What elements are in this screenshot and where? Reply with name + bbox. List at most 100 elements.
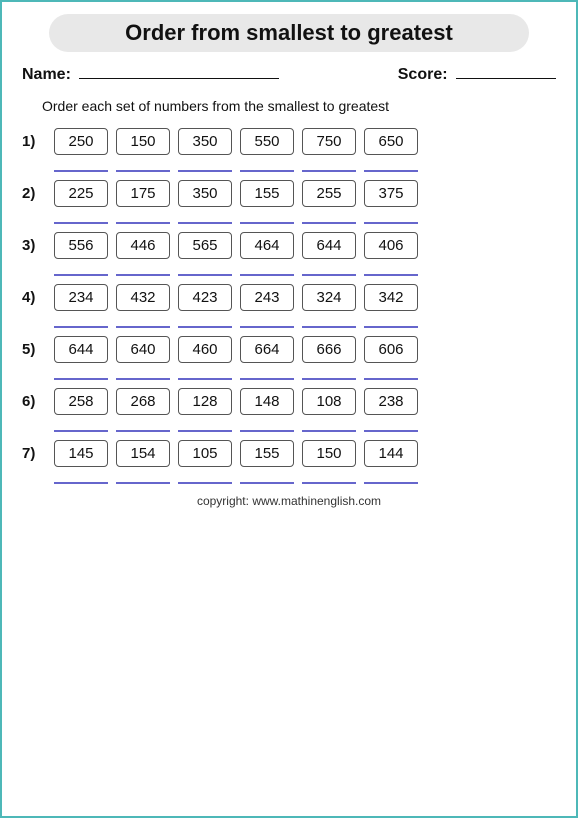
problem-num-2: 2): [22, 185, 54, 202]
answer-line-2-5[interactable]: [302, 212, 356, 224]
answer-line-1-1[interactable]: [54, 160, 108, 172]
answer-line-3-4[interactable]: [240, 264, 294, 276]
answer-line-2-2[interactable]: [116, 212, 170, 224]
answer-line-7-5[interactable]: [302, 472, 356, 484]
problem-num-3: 3): [22, 237, 54, 254]
number-box-4-3: 423: [178, 284, 232, 311]
number-box-6-4: 148: [240, 388, 294, 415]
answer-line-1-4[interactable]: [240, 160, 294, 172]
answer-line-4-3[interactable]: [178, 316, 232, 328]
number-box-3-5: 644: [302, 232, 356, 259]
number-box-4-6: 342: [364, 284, 418, 311]
answer-row-4: [54, 316, 556, 328]
score-field: Score:: [398, 66, 556, 84]
numbers-row-3: 3)556446565464644406: [22, 232, 556, 259]
answer-line-3-1[interactable]: [54, 264, 108, 276]
number-box-2-1: 225: [54, 180, 108, 207]
answer-line-4-5[interactable]: [302, 316, 356, 328]
answer-line-3-3[interactable]: [178, 264, 232, 276]
problem-num-4: 4): [22, 289, 54, 306]
answer-line-2-1[interactable]: [54, 212, 108, 224]
problem-block-2: 2)225175350155255375: [22, 180, 556, 224]
page: Order from smallest to greatest Name: Sc…: [2, 2, 576, 538]
answer-line-5-4[interactable]: [240, 368, 294, 380]
answer-line-4-4[interactable]: [240, 316, 294, 328]
number-box-6-5: 108: [302, 388, 356, 415]
number-box-7-6: 144: [364, 440, 418, 467]
number-box-2-6: 375: [364, 180, 418, 207]
answer-line-2-6[interactable]: [364, 212, 418, 224]
answer-line-5-2[interactable]: [116, 368, 170, 380]
answer-line-2-3[interactable]: [178, 212, 232, 224]
number-box-4-5: 324: [302, 284, 356, 311]
answer-line-5-6[interactable]: [364, 368, 418, 380]
answer-row-5: [54, 368, 556, 380]
answer-row-1: [54, 160, 556, 172]
answer-line-6-3[interactable]: [178, 420, 232, 432]
number-box-2-5: 255: [302, 180, 356, 207]
answer-row-6: [54, 420, 556, 432]
number-box-3-2: 446: [116, 232, 170, 259]
answer-line-4-1[interactable]: [54, 316, 108, 328]
number-box-3-3: 565: [178, 232, 232, 259]
answer-line-4-6[interactable]: [364, 316, 418, 328]
copyright: copyright: www.mathinenglish.com: [22, 494, 556, 508]
number-box-1-6: 650: [364, 128, 418, 155]
answer-row-3: [54, 264, 556, 276]
number-box-5-6: 606: [364, 336, 418, 363]
number-box-7-3: 105: [178, 440, 232, 467]
answer-line-3-5[interactable]: [302, 264, 356, 276]
answer-line-3-6[interactable]: [364, 264, 418, 276]
answer-line-4-2[interactable]: [116, 316, 170, 328]
problem-num-6: 6): [22, 393, 54, 410]
number-box-5-4: 664: [240, 336, 294, 363]
number-box-7-4: 155: [240, 440, 294, 467]
answer-line-7-3[interactable]: [178, 472, 232, 484]
name-field: Name:: [22, 66, 279, 84]
answer-line-5-1[interactable]: [54, 368, 108, 380]
number-box-5-3: 460: [178, 336, 232, 363]
answer-row-2: [54, 212, 556, 224]
answer-line-5-5[interactable]: [302, 368, 356, 380]
page-title: Order from smallest to greatest: [49, 14, 530, 52]
answer-line-6-6[interactable]: [364, 420, 418, 432]
answer-line-7-4[interactable]: [240, 472, 294, 484]
answer-line-1-3[interactable]: [178, 160, 232, 172]
numbers-row-4: 4)234432423243324342: [22, 284, 556, 311]
answer-line-1-2[interactable]: [116, 160, 170, 172]
number-box-2-4: 155: [240, 180, 294, 207]
answer-line-7-2[interactable]: [116, 472, 170, 484]
answer-line-6-2[interactable]: [116, 420, 170, 432]
answer-line-1-6[interactable]: [364, 160, 418, 172]
number-box-1-1: 250: [54, 128, 108, 155]
number-box-6-2: 268: [116, 388, 170, 415]
name-line: [79, 78, 279, 79]
problem-block-5: 5)644640460664666606: [22, 336, 556, 380]
number-box-5-2: 640: [116, 336, 170, 363]
answer-line-2-4[interactable]: [240, 212, 294, 224]
number-box-6-3: 128: [178, 388, 232, 415]
number-box-1-3: 350: [178, 128, 232, 155]
problem-block-3: 3)556446565464644406: [22, 232, 556, 276]
number-box-7-5: 150: [302, 440, 356, 467]
number-box-7-1: 145: [54, 440, 108, 467]
answer-line-6-4[interactable]: [240, 420, 294, 432]
numbers-row-2: 2)225175350155255375: [22, 180, 556, 207]
answer-line-5-3[interactable]: [178, 368, 232, 380]
answer-line-7-6[interactable]: [364, 472, 418, 484]
answer-line-6-5[interactable]: [302, 420, 356, 432]
answer-line-3-2[interactable]: [116, 264, 170, 276]
answer-line-7-1[interactable]: [54, 472, 108, 484]
answer-line-6-1[interactable]: [54, 420, 108, 432]
number-box-5-1: 644: [54, 336, 108, 363]
numbers-row-6: 6)258268128148108238: [22, 388, 556, 415]
problem-block-7: 7)145154105155150144: [22, 440, 556, 484]
number-box-6-6: 238: [364, 388, 418, 415]
numbers-row-5: 5)644640460664666606: [22, 336, 556, 363]
number-box-3-1: 556: [54, 232, 108, 259]
answer-line-1-5[interactable]: [302, 160, 356, 172]
problem-block-6: 6)258268128148108238: [22, 388, 556, 432]
number-box-4-4: 243: [240, 284, 294, 311]
number-box-5-5: 666: [302, 336, 356, 363]
number-box-1-4: 550: [240, 128, 294, 155]
